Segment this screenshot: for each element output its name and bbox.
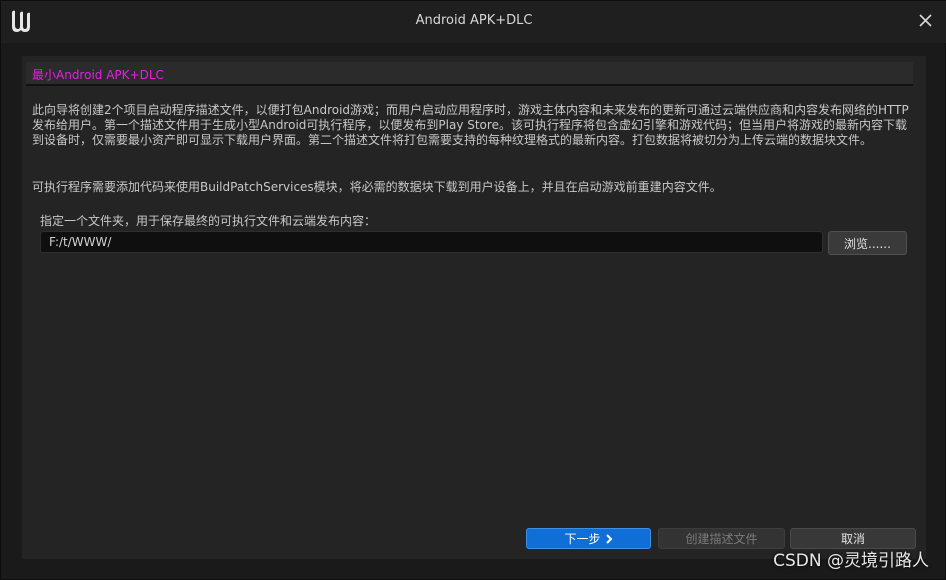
next-button[interactable]: 下一步 [526, 528, 651, 549]
next-button-label: 下一步 [564, 532, 601, 546]
page-header: 最小Android APK+DLC [26, 62, 913, 86]
window-title: Android APK+DLC [415, 13, 533, 28]
wizard-panel: 最小Android APK+DLC 此向导将创建2个项目启动程序描述文件，以便打… [22, 56, 926, 559]
close-icon [918, 12, 932, 31]
watermark-text: CSDN @灵境引路人 [773, 551, 929, 571]
title-bar[interactable]: Android APK+DLC [1, 1, 946, 43]
chevron-right-icon [605, 533, 613, 544]
folder-path-input[interactable] [40, 231, 823, 253]
close-button[interactable] [915, 11, 935, 31]
browse-button[interactable]: 浏览...... [828, 231, 907, 255]
create-profile-button[interactable]: 创建描述文件 [658, 528, 785, 549]
page-title: 最小Android APK+DLC [32, 68, 164, 82]
folder-label: 指定一个文件夹，用于保存最终的可执行文件和云端发布内容： [40, 214, 377, 228]
description-paragraph-2: 可执行程序需要添加代码来使用BuildPatchServices模块，将必需的数… [32, 180, 722, 194]
description-paragraph-1: 此向导将创建2个项目启动程序描述文件，以便打包Android游戏；而用户启动应用… [32, 103, 909, 147]
wizard-window: Android APK+DLC 最小Android APK+DLC 此向导将创建… [0, 0, 946, 580]
